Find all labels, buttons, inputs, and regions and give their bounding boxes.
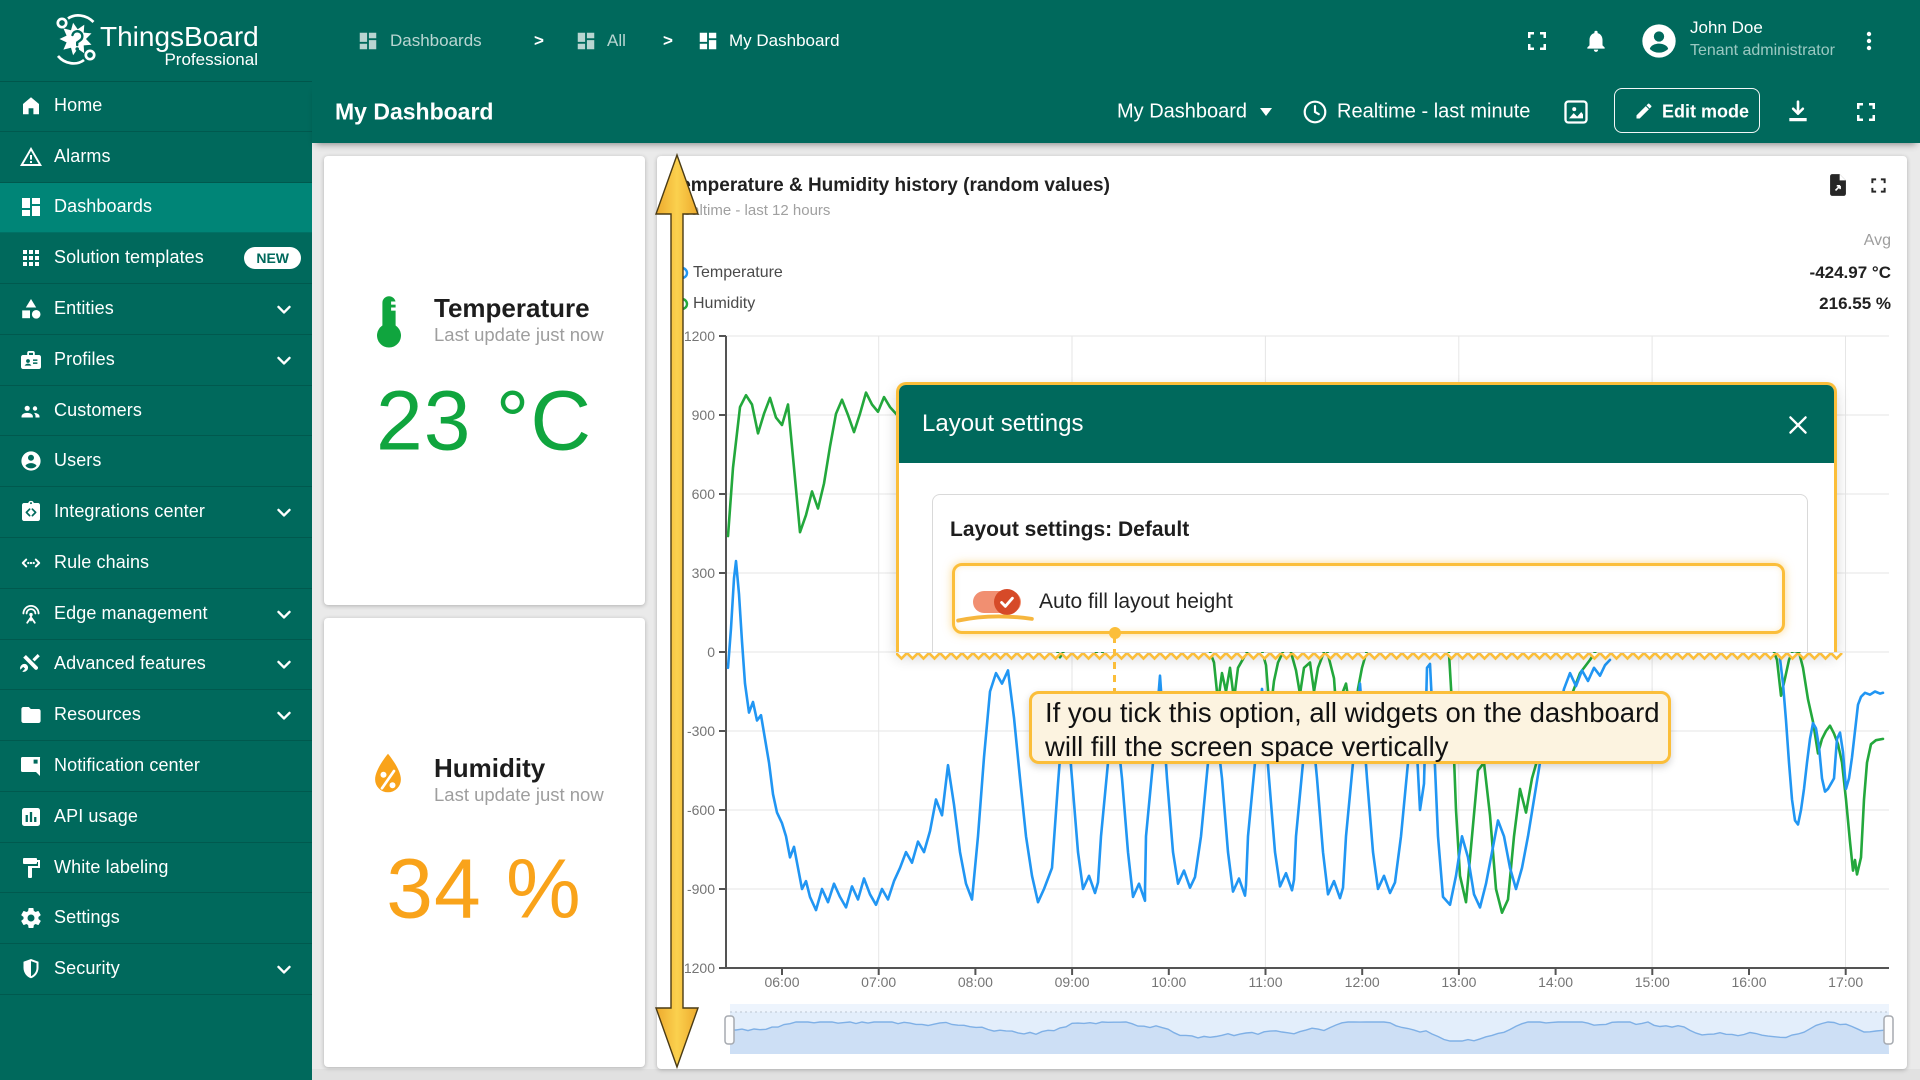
svg-text:14:00: 14:00 [1538,974,1573,990]
svg-text:06:00: 06:00 [764,974,799,990]
svg-text:0: 0 [707,644,715,660]
svg-text:16:00: 16:00 [1731,974,1766,990]
svg-text:07:00: 07:00 [861,974,896,990]
svg-text:08:00: 08:00 [958,974,993,990]
svg-text:11:00: 11:00 [1249,974,1283,990]
svg-text:12:00: 12:00 [1345,974,1380,990]
svg-text:09:00: 09:00 [1055,974,1090,990]
svg-text:15:00: 15:00 [1635,974,1670,990]
svg-text:10:00: 10:00 [1151,974,1186,990]
svg-text:13:00: 13:00 [1441,974,1476,990]
svg-text:17:00: 17:00 [1828,974,1863,990]
